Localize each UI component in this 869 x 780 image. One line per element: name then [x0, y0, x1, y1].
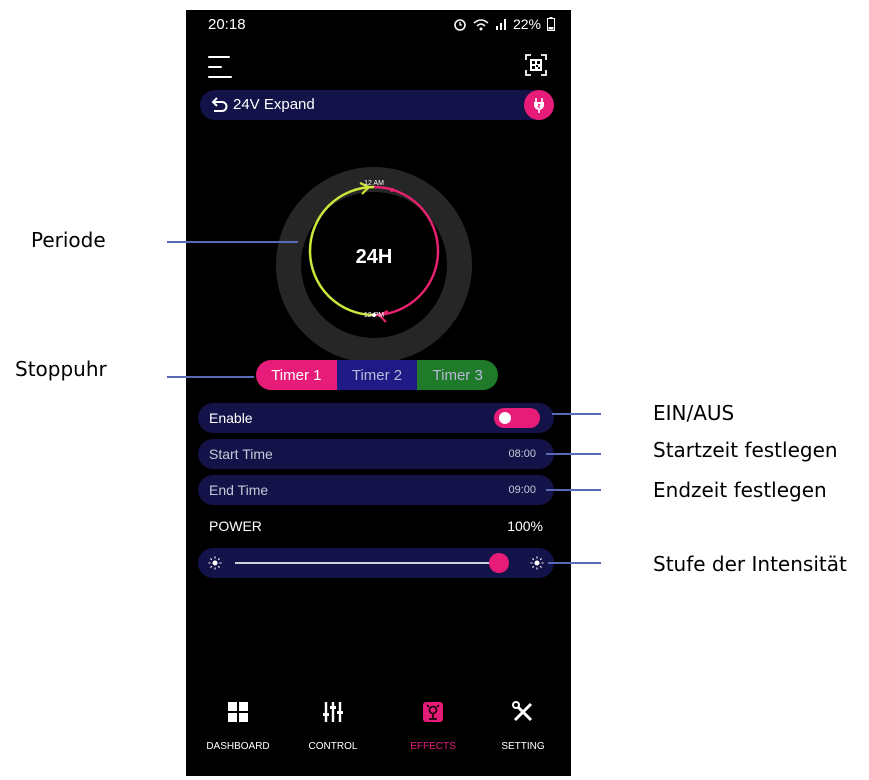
alarm-icon — [454, 19, 466, 31]
slider-thumb[interactable] — [489, 553, 509, 573]
nav-setting[interactable]: SETTING — [483, 700, 563, 752]
device-name: 24V Expand — [233, 96, 315, 113]
back-arrow-icon[interactable] — [209, 95, 229, 115]
dial-center-label: 24H — [355, 245, 393, 268]
nav-control[interactable]: CONTROL — [293, 700, 373, 752]
enable-label: Enable — [209, 410, 253, 426]
nav-effects[interactable]: EFFECTS — [393, 700, 473, 752]
brightness-high-icon — [530, 556, 544, 570]
annotation-ein-aus: EIN/AUS — [653, 401, 735, 425]
battery-icon — [547, 17, 555, 31]
effects-icon — [423, 702, 443, 722]
sliders-icon — [323, 702, 343, 722]
enable-row: Enable — [198, 403, 554, 433]
start-time-value: 08:00 — [508, 448, 536, 460]
plug-button[interactable] — [524, 90, 554, 120]
power-label: POWER — [209, 518, 262, 534]
annotation-endzeit: Endzeit festlegen — [653, 478, 827, 502]
annotation-startzeit: Startzeit festlegen — [653, 438, 838, 462]
dashboard-grid-icon — [228, 702, 248, 722]
annotation-stoppuhr: Stoppuhr — [15, 357, 107, 381]
tab-timer-1[interactable]: Timer 1 — [256, 360, 337, 390]
annotation-line-stoppuhr — [167, 376, 254, 378]
annotation-line-periode — [167, 241, 298, 243]
power-value: 100% — [507, 518, 543, 534]
hamburger-menu-icon[interactable] — [208, 54, 232, 80]
annotation-intensitaet: Stufe der Intensität — [653, 552, 847, 576]
status-time: 20:18 — [208, 16, 246, 33]
qr-code-icon[interactable] — [525, 54, 547, 76]
device-bar: 24V Expand — [200, 90, 554, 120]
nav-dashboard-label: DASHBOARD — [206, 741, 270, 752]
nav-control-label: CONTROL — [308, 741, 358, 752]
enable-toggle[interactable] — [494, 408, 540, 428]
wifi-icon — [473, 18, 489, 30]
annotation-line-endzeit — [546, 489, 601, 491]
tab-timer-2[interactable]: Timer 2 — [336, 360, 418, 390]
start-time-label: Start Time — [209, 446, 273, 462]
end-time-label: End Time — [209, 482, 269, 498]
power-slider[interactable] — [198, 548, 554, 578]
bottom-nav: DASHBOARD CONTROL EFFECTS SETTING — [186, 700, 571, 760]
timer-tabs: Timer 1 Timer 2 Timer 3 — [256, 360, 498, 390]
annotation-periode: Periode — [31, 228, 106, 252]
nav-dashboard[interactable]: DASHBOARD — [198, 700, 278, 752]
phone-screen: 20:18 22% 24V Expand 12 AM 12 PM 24H Tim… — [186, 10, 571, 776]
nav-effects-label: EFFECTS — [410, 741, 456, 752]
annotation-line-startzeit — [546, 453, 601, 455]
annotation-line-intensitaet — [548, 562, 601, 564]
tools-icon — [512, 701, 533, 722]
start-time-row[interactable]: Start Time 08:00 — [198, 439, 554, 469]
signal-icon — [495, 19, 506, 30]
period-dial[interactable]: 12 AM 12 PM 24H — [274, 165, 474, 365]
plug-icon — [534, 98, 544, 113]
tab-timer-3[interactable]: Timer 3 — [417, 360, 498, 390]
end-time-row[interactable]: End Time 09:00 — [198, 475, 554, 505]
slider-track — [235, 562, 507, 564]
status-icons: 22% — [453, 16, 555, 32]
end-time-value: 09:00 — [508, 484, 536, 496]
annotation-line-ein-aus — [552, 413, 601, 415]
nav-setting-label: SETTING — [501, 741, 545, 752]
toggle-knob — [499, 412, 511, 424]
battery-percent: 22% — [512, 16, 541, 32]
brightness-low-icon — [208, 556, 222, 570]
